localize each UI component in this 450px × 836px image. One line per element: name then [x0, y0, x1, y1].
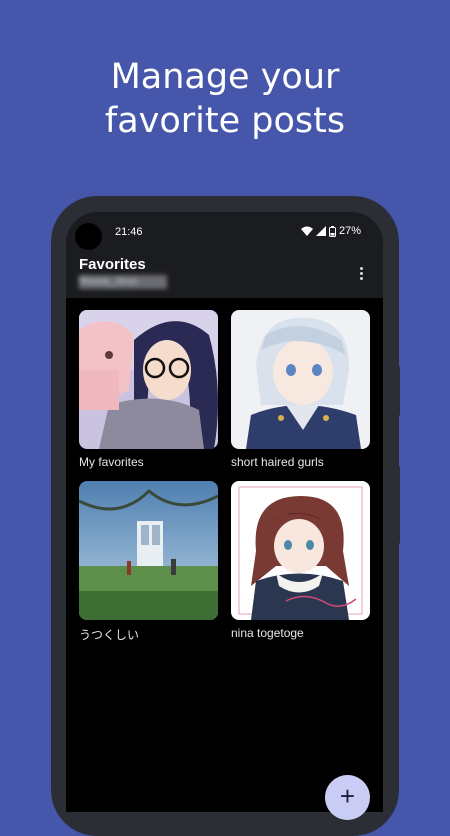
status-clock: 21:46	[115, 226, 143, 238]
front-camera	[75, 223, 102, 250]
favorite-thumbnail[interactable]	[231, 310, 370, 449]
favorite-thumbnail[interactable]	[79, 310, 218, 449]
promo-headline: Manage your favorite posts	[0, 55, 450, 143]
page-title: Favorites	[79, 256, 146, 273]
account-subtitle: Mousa_Jinxx	[79, 275, 167, 289]
headline-line-2: favorite posts	[104, 101, 346, 141]
add-favorite-button[interactable]: +	[325, 775, 370, 820]
favorite-thumbnail[interactable]	[79, 481, 218, 620]
battery-percent: 27%	[338, 225, 361, 237]
wifi-icon	[300, 226, 313, 236]
battery-icon	[328, 225, 336, 237]
favorite-card[interactable]: short haired gurls	[231, 310, 370, 469]
phone-side-button	[396, 365, 400, 417]
favorite-label: short haired gurls	[231, 455, 324, 469]
favorite-label: nina togetoge	[231, 626, 304, 640]
app-bar: Favorites Mousa_Jinxx	[66, 252, 383, 298]
favorite-card[interactable]: nina togetoge	[231, 481, 370, 640]
favorite-card[interactable]: うつくしい	[79, 481, 218, 643]
favorite-label: うつくしい	[79, 628, 140, 642]
cell-signal-icon	[315, 226, 326, 236]
status-icons: 27%	[300, 225, 361, 237]
more-vertical-icon[interactable]	[355, 265, 367, 285]
headline-line-1: Manage your	[110, 57, 340, 97]
status-bar: 21:46 27%	[66, 212, 383, 252]
plus-icon: +	[339, 781, 356, 811]
favorite-card[interactable]: My favorites	[79, 310, 218, 469]
favorite-label: My favorites	[79, 455, 144, 469]
phone-screen: 21:46 27% Favorites Mousa_Jinxx My favor…	[66, 212, 383, 812]
phone-volume-button	[396, 465, 400, 545]
favorite-thumbnail[interactable]	[231, 481, 370, 620]
